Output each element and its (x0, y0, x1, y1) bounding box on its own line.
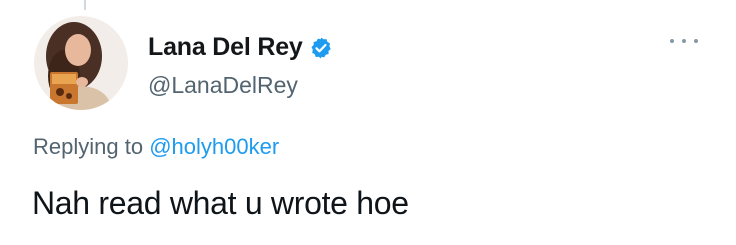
avatar[interactable] (34, 16, 128, 110)
display-name[interactable]: Lana Del Rey (148, 33, 303, 62)
verified-badge-icon (309, 36, 333, 60)
more-options-icon[interactable] (670, 36, 698, 46)
replying-to-line: Replying to @holyh00ker (33, 134, 279, 160)
replying-to-mention-link[interactable]: @holyh00ker (149, 134, 279, 159)
tweet-text: Nah read what u wrote hoe (32, 185, 409, 221)
replying-prefix: Replying to (33, 134, 144, 159)
more-dot (694, 39, 698, 43)
thread-connector-line (84, 0, 86, 10)
avatar-image (34, 16, 128, 110)
more-dot (682, 39, 686, 43)
author-name-row: Lana Del Rey (148, 33, 333, 62)
more-dot (670, 39, 674, 43)
user-handle[interactable]: @LanaDelRey (148, 72, 298, 99)
